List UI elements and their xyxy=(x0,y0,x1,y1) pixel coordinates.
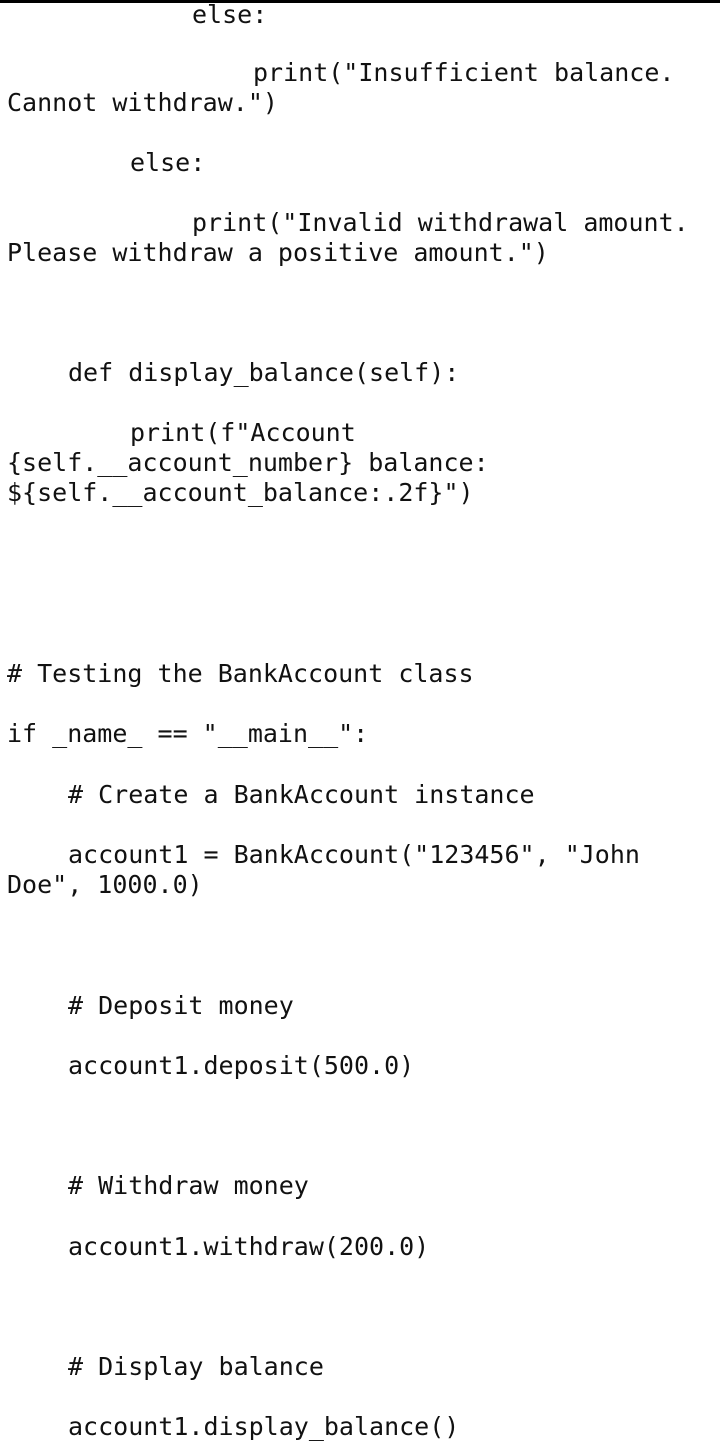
code-line: print("Insufficient balance. xyxy=(253,58,675,87)
code-document: else: print("Insufficient balance. Canno… xyxy=(0,0,720,1449)
code-line: if _name_ == "__main__": xyxy=(7,719,369,748)
code-line: ${self.__account_balance:.2f}") xyxy=(7,478,474,507)
code-line: else: xyxy=(192,0,268,29)
code-line: print("Invalid withdrawal amount. xyxy=(192,208,689,237)
code-line: def display_balance(self): xyxy=(68,358,460,387)
code-line: # Deposit money xyxy=(68,991,294,1020)
code-line: Cannot withdraw.") xyxy=(7,88,278,117)
code-line: {self.__account_number} balance: xyxy=(7,448,489,477)
code-line: print(f"Account xyxy=(130,418,356,447)
code-line: # Create a BankAccount instance xyxy=(68,780,535,809)
code-line: account1 = BankAccount("123456", "John xyxy=(68,840,640,869)
code-line: Doe", 1000.0) xyxy=(7,870,203,899)
code-line: Please withdraw a positive amount.") xyxy=(7,238,549,267)
code-line: account1.display_balance() xyxy=(68,1412,460,1441)
code-line: account1.withdraw(200.0) xyxy=(68,1232,430,1261)
code-line: # Display balance xyxy=(68,1352,324,1381)
code-line: # Withdraw money xyxy=(68,1171,309,1200)
code-line: account1.deposit(500.0) xyxy=(68,1051,415,1080)
code-line: # Testing the BankAccount class xyxy=(7,659,474,688)
code-line: else: xyxy=(130,148,206,177)
